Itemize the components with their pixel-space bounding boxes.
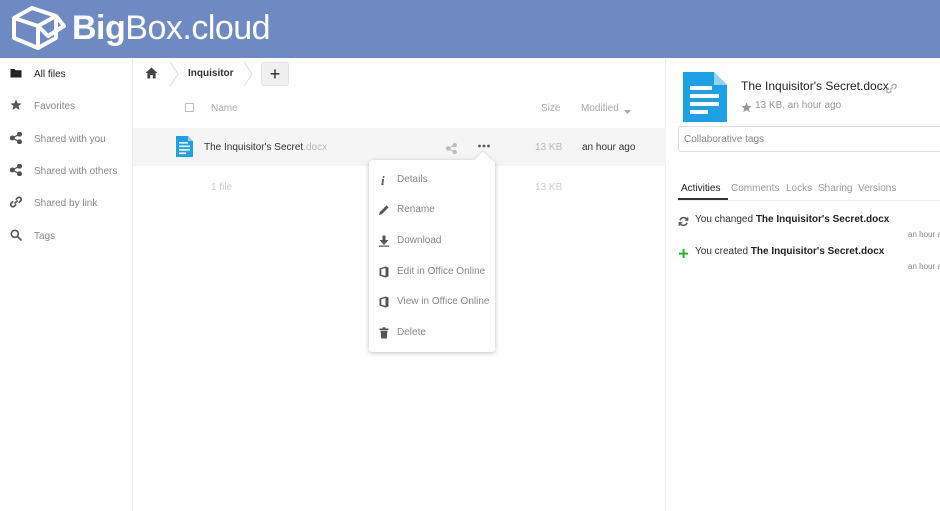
menu-item-view-office-online[interactable]: View in Office Online <box>369 287 495 317</box>
new-file-button[interactable]: + <box>261 62 289 86</box>
box-logo-icon[interactable] <box>10 6 66 55</box>
details-panel: The Inquisitor's Secret.docx 13 KB, an h… <box>667 58 940 511</box>
search-icon <box>10 229 24 243</box>
select-all-checkbox[interactable] <box>185 103 194 112</box>
total-size: 13 KB <box>535 182 563 193</box>
tab-versions[interactable]: Versions <box>858 183 896 194</box>
document-icon <box>683 72 727 122</box>
file-actions-menu: i Details Rename Download Edit in Office… <box>369 151 495 352</box>
brand-logo[interactable]: BigBox.cloud <box>72 9 271 47</box>
sidebar-item-favorites[interactable]: Favorites <box>0 90 133 122</box>
link-icon <box>10 196 24 210</box>
sort-caret-icon <box>624 106 631 117</box>
office-icon <box>378 296 390 308</box>
trash-icon <box>378 327 390 339</box>
breadcrumb: Inquisitor + <box>133 58 666 90</box>
star-icon <box>10 99 24 113</box>
activity-item: You created The Inquisitor's Secret.docx <box>695 246 885 257</box>
tab-comments[interactable]: Comments <box>731 183 779 194</box>
office-icon <box>378 266 390 278</box>
menu-item-delete[interactable]: Delete <box>369 318 495 348</box>
sidebar-item-shared-with-you[interactable]: Shared with you <box>0 123 133 155</box>
activity-time: an hour ago <box>908 262 940 271</box>
breadcrumb-separator-icon <box>169 61 179 87</box>
file-name[interactable]: The Inquisitor's Secret.docx <box>204 142 327 153</box>
info-icon: i <box>378 173 390 188</box>
modified-column-header[interactable]: Modified <box>581 103 619 114</box>
tab-locks[interactable]: Locks <box>786 183 812 194</box>
menu-item-download[interactable]: Download <box>369 226 495 256</box>
download-icon <box>378 235 390 247</box>
sidebar: All files Favorites Shared with you Shar… <box>0 58 133 511</box>
sidebar-item-shared-with-others[interactable]: Shared with others <box>0 155 133 187</box>
detail-file-title: The Inquisitor's Secret.docx <box>741 79 889 93</box>
name-column-header[interactable]: Name <box>211 103 238 114</box>
link-icon[interactable] <box>886 81 897 94</box>
pencil-icon <box>378 204 390 216</box>
plus-icon <box>678 246 689 259</box>
svg-text:i: i <box>381 174 385 186</box>
app-header: BigBox.cloud <box>0 0 940 58</box>
file-table-header: Name Size Modified <box>133 94 666 122</box>
size-column-header[interactable]: Size <box>541 103 560 114</box>
folder-icon <box>10 67 24 81</box>
file-count: 1 file <box>211 182 233 193</box>
sync-icon <box>678 214 689 227</box>
activity-item: You changed The Inquisitor's Secret.docx <box>695 214 890 225</box>
menu-item-details[interactable]: i Details <box>369 165 495 195</box>
tab-sharing[interactable]: Sharing <box>818 183 852 194</box>
menu-item-rename[interactable]: Rename <box>369 195 495 225</box>
file-modified: an hour ago <box>582 142 636 153</box>
sidebar-item-tags[interactable]: Tags <box>0 220 133 252</box>
collaborative-tags-input[interactable] <box>678 126 940 152</box>
star-icon[interactable] <box>741 100 752 113</box>
sidebar-item-shared-by-link[interactable]: Shared by link <box>0 187 133 219</box>
menu-item-edit-office-online[interactable]: Edit in Office Online <box>369 257 495 287</box>
detail-file-meta: 13 KB, an hour ago <box>755 100 842 111</box>
document-icon <box>176 136 193 157</box>
home-icon[interactable] <box>145 66 159 80</box>
share-icon <box>9 131 24 146</box>
activity-time: an hour ago <box>908 230 940 239</box>
share-icon[interactable] <box>445 141 458 155</box>
sidebar-item-all-files[interactable]: All files <box>0 58 133 90</box>
breadcrumb-folder[interactable]: Inquisitor <box>188 68 234 79</box>
breadcrumb-separator-icon <box>243 61 253 87</box>
file-size: 13 KB <box>535 142 563 153</box>
share-icon <box>9 163 24 178</box>
tab-activities[interactable]: Activities <box>681 183 720 194</box>
